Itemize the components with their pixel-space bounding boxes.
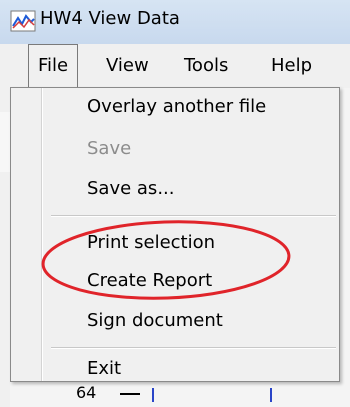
menu-separator — [51, 347, 336, 349]
menu-item-exit[interactable]: Exit — [87, 358, 121, 379]
row-label: 64 — [76, 383, 97, 402]
menu-tools[interactable]: Tools — [184, 44, 228, 88]
title-bar: HW4 View Data — [0, 0, 350, 44]
menu-item-print-selection[interactable]: Print selection — [87, 232, 215, 253]
menu-item-overlay-another-file[interactable]: Overlay another file — [87, 96, 266, 117]
file-menu-dropdown: Overlay another file Save Save as... Pri… — [10, 87, 340, 382]
menu-item-save: Save — [87, 138, 132, 159]
chart-line-icon — [10, 10, 36, 32]
plot-line — [270, 388, 272, 402]
menu-file[interactable]: File — [28, 44, 79, 88]
menu-help[interactable]: Help — [271, 44, 312, 88]
menu-item-sign-document[interactable]: Sign document — [87, 310, 223, 331]
menu-bar: File View Tools Help — [0, 44, 350, 88]
menu-gutter-highlight — [42, 88, 43, 381]
plot-line — [152, 388, 154, 402]
menu-separator — [51, 215, 336, 217]
tick-mark — [120, 393, 140, 395]
window-right-edge — [340, 88, 350, 382]
menu-view[interactable]: View — [106, 44, 149, 88]
menu-item-save-as[interactable]: Save as... — [87, 178, 174, 199]
window-title: HW4 View Data — [40, 8, 180, 29]
menu-item-create-report[interactable]: Create Report — [87, 270, 212, 291]
data-view-area — [10, 382, 350, 407]
